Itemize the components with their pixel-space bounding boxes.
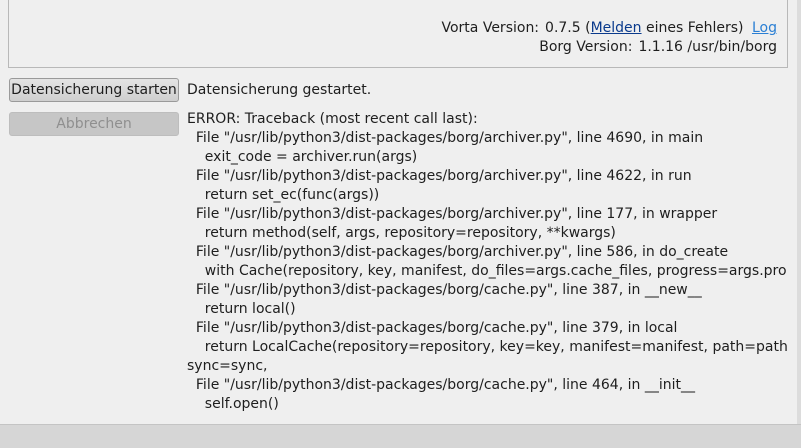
log-output: ERROR: Traceback (most recent call last)…	[187, 110, 787, 414]
log-link[interactable]: Log	[752, 20, 777, 36]
log-line: self.open()	[187, 396, 279, 412]
vorta-version-label: Vorta Version:	[441, 20, 540, 36]
cancel-button[interactable]: Abbrechen	[9, 112, 179, 136]
log-line: File "/usr/lib/python3/dist-packages/bor…	[187, 282, 702, 298]
borg-path: /usr/bin/borg	[687, 39, 777, 55]
vorta-version-value: 0.7.5	[545, 20, 581, 36]
borg-version-row: Borg Version: 1.1.16 /usr/bin/borg	[539, 37, 777, 57]
start-backup-button[interactable]: Datensicherung starten	[9, 78, 179, 102]
log-line: File "/usr/lib/python3/dist-packages/bor…	[187, 244, 729, 260]
version-info-panel: Vorta Version: 0.7.5 (Melden eines Fehler…	[8, 0, 788, 68]
log-line: File "/usr/lib/python3/dist-packages/bor…	[187, 320, 678, 336]
borg-version-value: 1.1.16	[638, 39, 683, 55]
report-suffix: eines Fehlers)	[641, 20, 744, 36]
log-line: with Cache(repository, key, manifest, do…	[187, 263, 787, 279]
log-line: File "/usr/lib/python3/dist-packages/bor…	[187, 130, 704, 146]
log-line: return set_ec(func(args))	[187, 187, 380, 203]
log-line: return method(self, args, repository=rep…	[187, 225, 616, 241]
borg-version-label: Borg Version:	[539, 39, 633, 55]
log-line: ERROR: Traceback (most recent call last)…	[187, 111, 478, 127]
bottom-status-bar	[0, 424, 801, 448]
window-right-edge	[797, 0, 801, 424]
log-line: sync=sync,	[187, 358, 268, 374]
log-line: File "/usr/lib/python3/dist-packages/bor…	[187, 206, 718, 222]
report-bug-link[interactable]: Melden	[591, 20, 642, 36]
log-line: exit_code = archiver.run(args)	[187, 149, 418, 165]
vorta-version-row: Vorta Version: 0.7.5 (Melden eines Fehler…	[442, 18, 778, 38]
status-message: Datensicherung gestartet.	[187, 82, 372, 98]
log-line: File "/usr/lib/python3/dist-packages/bor…	[187, 168, 692, 184]
log-line: return local()	[187, 301, 296, 317]
log-line: File "/usr/lib/python3/dist-packages/bor…	[187, 377, 695, 393]
vorta-main-window: Vorta Version: 0.7.5 (Melden eines Fehler…	[0, 0, 801, 448]
log-line: return LocalCache(repository=repository,…	[187, 339, 787, 355]
